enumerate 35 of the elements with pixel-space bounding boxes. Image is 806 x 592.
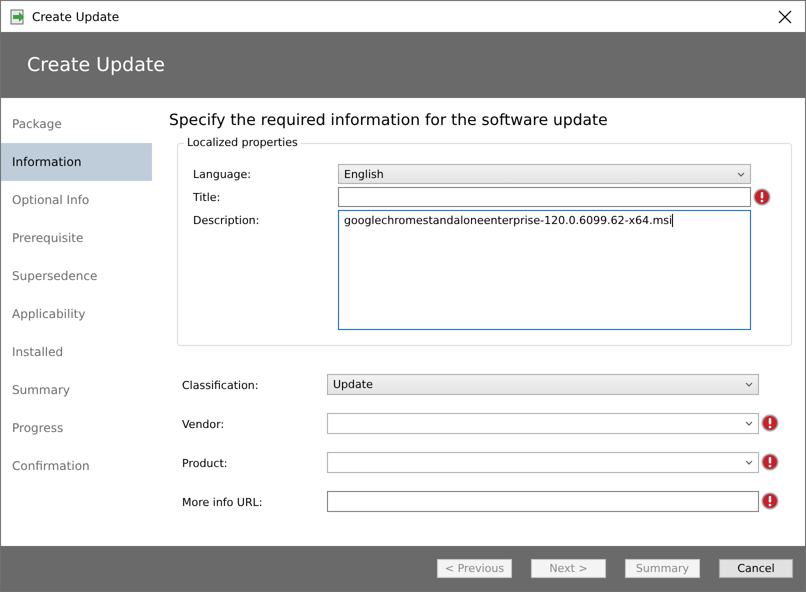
dropdown[interactable]: English [338, 164, 751, 184]
field-label: More info URL: [182, 495, 264, 509]
field-label: Product: [182, 456, 228, 470]
sidebar-item[interactable]: Progress [1, 409, 152, 447]
sidebar-item[interactable]: Information [1, 143, 152, 181]
dropdown[interactable] [327, 413, 759, 434]
caret-icon [745, 421, 753, 426]
page-title: Create Update [27, 54, 165, 76]
close-icon [778, 10, 792, 24]
wizard-button[interactable]: Cancel [719, 559, 793, 578]
caret-icon [737, 172, 745, 176]
caret-icon [745, 460, 753, 465]
sidebar-item[interactable]: Summary [1, 371, 152, 409]
window-title: Create Update [32, 10, 120, 24]
input-field[interactable] [338, 187, 751, 207]
sidebar-item[interactable]: Package [1, 105, 152, 143]
sidebar-item[interactable]: Applicability [1, 295, 152, 333]
section-heading: Specify the required information for the software update [169, 111, 609, 129]
field-label: Description: [193, 213, 260, 227]
field-label: Classification: [182, 378, 260, 392]
sidebar-item[interactable]: Installed [1, 333, 152, 371]
field-label: Language: [193, 167, 252, 181]
sidebar-item[interactable]: Prerequisite [1, 219, 152, 257]
input-field[interactable] [327, 491, 759, 512]
field-label: Vendor: [182, 417, 226, 431]
sidebar-item[interactable]: Optional Info [1, 181, 152, 219]
dropdown[interactable] [327, 452, 759, 473]
app-icon [9, 8, 25, 24]
caret-icon [745, 382, 753, 387]
field-label: Title: [193, 190, 222, 204]
sidebar-item[interactable]: Confirmation [1, 447, 152, 485]
group-legend: Localized properties [184, 136, 301, 149]
sidebar-item[interactable]: Supersedence [1, 257, 152, 295]
text-area[interactable]: googlechromestandaloneenterprise-120.0.6099.62-x64.msi [338, 210, 751, 330]
dropdown[interactable]: Update [327, 374, 759, 395]
